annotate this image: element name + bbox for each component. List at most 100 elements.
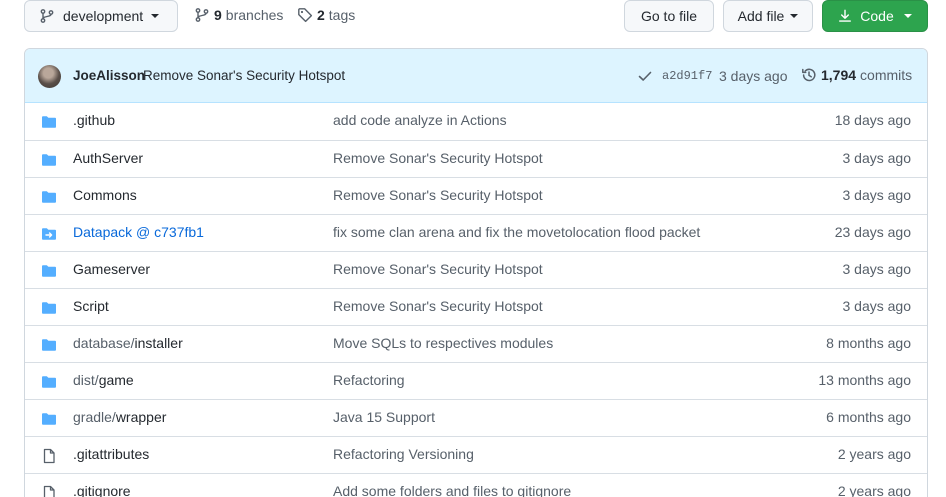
file-row[interactable]: database/installer Move SQLs to respectiv…: [25, 325, 927, 362]
repo-toolbar: development 9 branches 2 tags Go to file…: [0, 0, 946, 36]
commit-history-link[interactable]: 1,794 commits: [801, 67, 912, 83]
commit-message-link[interactable]: Remove Sonar's Security Hotspot: [333, 261, 543, 277]
commit-age: 18 days ago: [834, 112, 911, 128]
file-name: .github: [73, 112, 116, 128]
file-icon: [41, 485, 57, 497]
git-branch-icon: [40, 9, 54, 23]
commit-age: 3 days ago: [842, 298, 912, 314]
go-to-file-button[interactable]: Go to file: [624, 0, 714, 32]
commit-message-link[interactable]: Remove Sonar's Security Hotspot: [333, 187, 543, 203]
file-row[interactable]: gradle/wrapper Java 15 Support 6 months ag…: [25, 399, 927, 436]
folder-icon: [41, 263, 57, 282]
folder-icon: [41, 300, 57, 319]
file-name-link[interactable]: .github: [73, 112, 115, 128]
branch-name: development: [63, 8, 144, 24]
commit-message-link[interactable]: fix some clan arena and fix the movetolo…: [333, 224, 700, 240]
file-row[interactable]: .gitignore Add some folders and files to …: [25, 473, 927, 497]
file-row[interactable]: dist/game Refactoring 13 months ago: [25, 362, 927, 399]
file-name: AuthServer: [73, 150, 144, 166]
chevron-down-icon: [151, 14, 160, 18]
git-branch-icon: [195, 8, 209, 22]
commit-message[interactable]: Remove Sonar's Security Hotspot: [143, 68, 345, 83]
file-name: Gameserver: [73, 261, 151, 277]
file-list: .github add code analyze in Actions 18 day…: [25, 103, 927, 497]
commits-label: commits: [860, 67, 913, 83]
file-row[interactable]: AuthServer Remove Sonar's Security Hotspo…: [25, 140, 927, 177]
commit-age: 3 days ago: [842, 187, 912, 203]
add-file-label: Add file: [737, 8, 785, 24]
branches-label: branches: [225, 7, 284, 23]
commit-message-link[interactable]: Refactoring: [333, 372, 405, 388]
branches-count: 9: [214, 7, 222, 23]
submodule-icon: [41, 226, 57, 245]
commit-message-link[interactable]: Add some folders and files to gitignore: [333, 483, 571, 497]
branches-link[interactable]: 9 branches: [194, 7, 283, 23]
branch-select-button[interactable]: development: [24, 0, 178, 32]
file-name-link[interactable]: .gitattributes: [73, 446, 149, 462]
file-name: .gitignore: [73, 483, 131, 497]
commit-message-link[interactable]: add code analyze in Actions: [333, 112, 507, 128]
file-name: Script: [73, 298, 109, 314]
commit-message-link[interactable]: Remove Sonar's Security Hotspot: [333, 298, 543, 314]
file-name-link[interactable]: database/installer: [73, 335, 183, 351]
commit-sha[interactable]: a2d91f7: [662, 69, 712, 83]
chevron-down-icon: [903, 14, 912, 18]
file-row[interactable]: Gameserver Remove Sonar's Security Hotspo…: [25, 251, 927, 288]
tags-label: tags: [328, 7, 356, 23]
file-name-link[interactable]: Gameserver: [73, 261, 150, 277]
commit-message-link[interactable]: Java 15 Support: [333, 409, 435, 425]
file-name: installer: [134, 335, 183, 351]
folder-icon: [41, 189, 57, 208]
commit-age: 8 months ago: [826, 335, 911, 351]
commit-age: 13 months ago: [818, 372, 911, 388]
file-name: wrapper: [115, 409, 167, 425]
file-name-link[interactable]: AuthServer: [73, 150, 143, 166]
commits-count: 1,794: [821, 67, 857, 83]
file-row[interactable]: .github add code analyze in Actions 18 day…: [25, 103, 927, 140]
file-name-link[interactable]: Script: [73, 298, 109, 314]
commit-message-link[interactable]: Refactoring Versioning: [333, 446, 474, 462]
file-name-link[interactable]: gradle/wrapper: [73, 409, 166, 425]
path-prefix: gradle/: [73, 409, 116, 425]
tags-count: 2: [317, 7, 325, 23]
file-browser: JoeAlisson Remove Sonar's Security Hotsp…: [24, 48, 928, 497]
tags-link[interactable]: 2 tags: [297, 7, 355, 23]
folder-icon: [41, 152, 57, 171]
code-button[interactable]: Code: [822, 0, 928, 32]
folder-icon: [41, 411, 57, 430]
file-name: Commons: [73, 187, 137, 203]
add-file-button[interactable]: Add file: [723, 0, 813, 32]
file-row[interactable]: Script Remove Sonar's Security Hotspot 3 d…: [25, 288, 927, 325]
commit-message-link[interactable]: Move SQLs to respectives modules: [333, 335, 553, 351]
path-prefix: database/: [73, 335, 135, 351]
commit-author[interactable]: JoeAlisson: [73, 68, 145, 83]
file-row[interactable]: .gitattributes Refactoring Versioning 2 ye…: [25, 436, 927, 473]
check-icon[interactable]: [637, 68, 653, 84]
commit-age: 23 days ago: [834, 224, 911, 240]
file-row[interactable]: Commons Remove Sonar's Security Hotspot 3 …: [25, 177, 927, 214]
download-icon: [839, 9, 852, 22]
commit-age: 2 years ago: [837, 483, 911, 497]
commit-age: 3 days ago: [842, 150, 912, 166]
latest-commit-bar: JoeAlisson Remove Sonar's Security Hotsp…: [25, 49, 927, 103]
commit-time: 3 days ago: [719, 68, 788, 84]
path-prefix: dist/: [73, 372, 99, 388]
file-name-link[interactable]: dist/game: [73, 372, 134, 388]
file-name: game: [98, 372, 134, 388]
folder-icon: [41, 374, 57, 393]
file-name-link[interactable]: Commons: [73, 187, 137, 203]
commit-message-link[interactable]: Remove Sonar's Security Hotspot: [333, 150, 543, 166]
file-name-link[interactable]: Datapack @ c737fb1: [73, 224, 204, 240]
commit-age: 6 months ago: [826, 409, 911, 425]
file-name-link[interactable]: .gitignore: [73, 483, 131, 497]
file-row[interactable]: Datapack @ c737fb1 fix some clan arena an…: [25, 214, 927, 251]
folder-icon: [41, 114, 57, 133]
commit-age: 3 days ago: [842, 261, 912, 277]
file-name: Datapack @ c737fb1: [73, 224, 204, 240]
code-label: Code: [860, 8, 894, 24]
history-icon: [802, 68, 816, 82]
chevron-down-icon: [790, 14, 799, 18]
avatar[interactable]: [38, 65, 61, 88]
file-name: .gitattributes: [73, 446, 150, 462]
folder-icon: [41, 337, 57, 356]
